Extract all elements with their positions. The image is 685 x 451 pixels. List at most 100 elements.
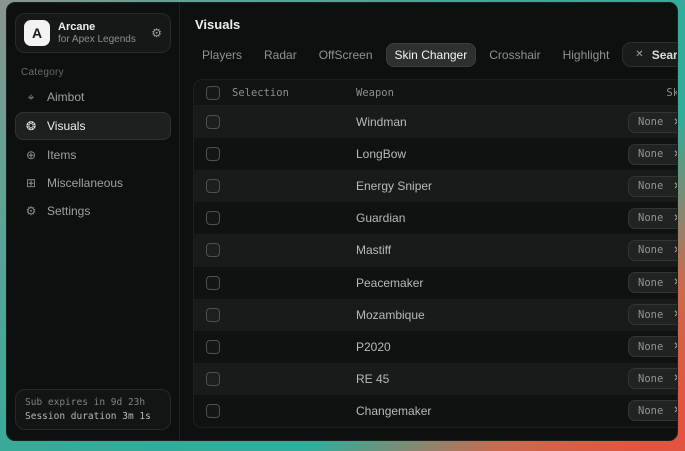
skin-value: None bbox=[638, 341, 663, 353]
subscription-card: Sub expires in 9d 23h Session duration 3… bbox=[15, 389, 171, 430]
table-row: RE 45 None ✕ bbox=[194, 363, 678, 395]
table-row: Windman None ✕ bbox=[194, 106, 678, 138]
row-checkbox[interactable] bbox=[206, 340, 220, 354]
visuals-icon: ❂ bbox=[24, 119, 38, 133]
clear-skin-icon[interactable]: ✕ bbox=[673, 373, 678, 384]
search-button[interactable]: ✕ Search bbox=[622, 42, 678, 67]
sidebar-item-label: Items bbox=[47, 148, 76, 162]
clear-skin-icon[interactable]: ✕ bbox=[673, 309, 678, 320]
tab-offscreen[interactable]: OffScreen bbox=[310, 43, 382, 67]
weapon-rows: Windman None ✕ LongBow None ✕ Energy Sni… bbox=[194, 106, 678, 427]
column-header-selection: Selection bbox=[232, 87, 289, 99]
row-checkbox[interactable] bbox=[206, 308, 220, 322]
search-button-label: Search bbox=[652, 48, 678, 62]
sidebar-item-label: Settings bbox=[47, 204, 90, 218]
main-panel: Visuals Players Radar OffScreen Skin Cha… bbox=[180, 3, 678, 440]
skin-select-button[interactable]: None ✕ bbox=[628, 368, 678, 389]
table-row: Energy Sniper None ✕ bbox=[194, 170, 678, 202]
table-header-row: Selection Weapon Skin bbox=[194, 80, 678, 106]
row-checkbox[interactable] bbox=[206, 211, 220, 225]
sidebar-item-label: Miscellaneous bbox=[47, 176, 123, 190]
sidebar-item-aimbot[interactable]: ⌖ Aimbot bbox=[15, 84, 171, 110]
table-row: Mozambique None ✕ bbox=[194, 299, 678, 331]
clear-skin-icon[interactable]: ✕ bbox=[673, 245, 678, 256]
app-subtitle: for Apex Legends bbox=[58, 34, 143, 46]
app-name: Arcane bbox=[58, 21, 143, 34]
clear-skin-icon[interactable]: ✕ bbox=[673, 181, 678, 192]
settings-gear-icon: ⚙ bbox=[24, 204, 38, 218]
skin-value: None bbox=[638, 180, 663, 192]
table-row: Mastiff None ✕ bbox=[194, 234, 678, 266]
skin-select-button[interactable]: None ✕ bbox=[628, 336, 678, 357]
row-checkbox[interactable] bbox=[206, 147, 220, 161]
table-row: Changemaker None ✕ bbox=[194, 395, 678, 427]
profile-card[interactable]: A Arcane for Apex Legends ⚙ bbox=[15, 13, 171, 53]
weapon-name: Energy Sniper bbox=[356, 179, 602, 193]
table-row: Peacemaker None ✕ bbox=[194, 267, 678, 299]
clear-skin-icon[interactable]: ✕ bbox=[673, 117, 678, 128]
tab-radar[interactable]: Radar bbox=[255, 43, 306, 67]
weapon-name: P2020 bbox=[356, 340, 602, 354]
column-header-skin: Skin bbox=[602, 87, 678, 99]
table-row: P2020 None ✕ bbox=[194, 331, 678, 363]
clear-skin-icon[interactable]: ✕ bbox=[673, 149, 678, 160]
sidebar-item-label: Aimbot bbox=[47, 90, 84, 104]
skin-select-button[interactable]: None ✕ bbox=[628, 208, 678, 229]
column-header-weapon: Weapon bbox=[356, 87, 602, 99]
row-checkbox[interactable] bbox=[206, 115, 220, 129]
weapon-name: Mozambique bbox=[356, 308, 602, 322]
sidebar-item-miscellaneous[interactable]: ⊞ Miscellaneous bbox=[15, 170, 171, 196]
select-all-checkbox[interactable] bbox=[206, 86, 220, 100]
sidebar-nav: ⌖ Aimbot ❂ Visuals ⊕ Items ⊞ Miscellaneo… bbox=[15, 84, 171, 224]
items-icon: ⊕ bbox=[24, 148, 38, 162]
row-checkbox[interactable] bbox=[206, 372, 220, 386]
skin-select-button[interactable]: None ✕ bbox=[628, 144, 678, 165]
skin-select-button[interactable]: None ✕ bbox=[628, 112, 678, 133]
row-checkbox[interactable] bbox=[206, 243, 220, 257]
clear-skin-icon[interactable]: ✕ bbox=[673, 405, 678, 416]
clear-skin-icon[interactable]: ✕ bbox=[673, 277, 678, 288]
sidebar: A Arcane for Apex Legends ⚙ Category ⌖ A… bbox=[7, 3, 180, 440]
row-checkbox[interactable] bbox=[206, 276, 220, 290]
skin-value: None bbox=[638, 244, 663, 256]
gear-icon[interactable]: ⚙ bbox=[151, 26, 162, 40]
table-row: LongBow None ✕ bbox=[194, 138, 678, 170]
skin-select-button[interactable]: None ✕ bbox=[628, 400, 678, 421]
row-checkbox[interactable] bbox=[206, 404, 220, 418]
skin-select-button[interactable]: None ✕ bbox=[628, 176, 678, 197]
tab-players[interactable]: Players bbox=[193, 43, 251, 67]
skin-value: None bbox=[638, 212, 663, 224]
weapon-name: Peacemaker bbox=[356, 276, 602, 290]
skin-value: None bbox=[638, 405, 663, 417]
grid-icon: ⊞ bbox=[24, 176, 38, 190]
weapon-name: Changemaker bbox=[356, 404, 602, 418]
session-duration-text: Session duration 3m 1s bbox=[25, 411, 161, 422]
sidebar-item-settings[interactable]: ⚙ Settings bbox=[15, 198, 171, 224]
profile-text: Arcane for Apex Legends bbox=[58, 21, 143, 45]
row-checkbox[interactable] bbox=[206, 179, 220, 193]
weapon-name: LongBow bbox=[356, 147, 602, 161]
sidebar-item-items[interactable]: ⊕ Items bbox=[15, 142, 171, 168]
crosshair-icon: ⌖ bbox=[24, 90, 38, 105]
skin-select-button[interactable]: None ✕ bbox=[628, 240, 678, 261]
app-window: A Arcane for Apex Legends ⚙ Category ⌖ A… bbox=[6, 2, 678, 441]
clear-skin-icon[interactable]: ✕ bbox=[673, 341, 678, 352]
weapon-name: Guardian bbox=[356, 211, 602, 225]
sidebar-item-visuals[interactable]: ❂ Visuals bbox=[15, 112, 171, 140]
skin-select-button[interactable]: None ✕ bbox=[628, 272, 678, 293]
tab-crosshair[interactable]: Crosshair bbox=[480, 43, 549, 67]
sub-expires-text: Sub expires in 9d 23h bbox=[25, 397, 161, 408]
skin-value: None bbox=[638, 277, 663, 289]
table-row: Guardian None ✕ bbox=[194, 202, 678, 234]
skin-value: None bbox=[638, 309, 663, 321]
weapon-name: RE 45 bbox=[356, 372, 602, 386]
clear-skin-icon[interactable]: ✕ bbox=[673, 213, 678, 224]
tab-bar: Players Radar OffScreen Skin Changer Cro… bbox=[193, 42, 678, 67]
skin-changer-table: Selection Weapon Skin Windman None ✕ Lon… bbox=[193, 79, 678, 428]
weapon-name: Windman bbox=[356, 115, 602, 129]
sidebar-item-label: Visuals bbox=[47, 119, 85, 133]
tab-highlight[interactable]: Highlight bbox=[554, 43, 619, 67]
tab-skin-changer[interactable]: Skin Changer bbox=[386, 43, 477, 67]
skin-select-button[interactable]: None ✕ bbox=[628, 304, 678, 325]
search-shortcut-icon: ✕ bbox=[635, 49, 643, 60]
